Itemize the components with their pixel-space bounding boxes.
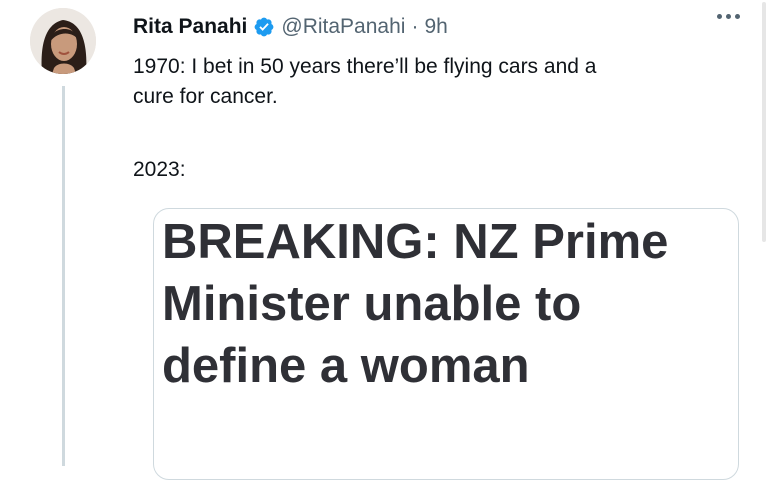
dot: [735, 14, 740, 19]
more-options-icon[interactable]: [717, 14, 740, 19]
scrollbar[interactable]: [762, 2, 766, 242]
tweet-header: Rita Panahi @RitaPanahi · 9h: [133, 12, 448, 42]
separator-dot: ·: [411, 15, 419, 38]
tweet-line: 1970: I bet in 50 years there’ll be flyi…: [133, 55, 597, 78]
media-card[interactable]: BREAKING: NZ Prime Minister unable to de…: [153, 208, 739, 480]
dot: [717, 14, 722, 19]
verified-badge-icon: [254, 17, 274, 37]
avatar[interactable]: [30, 8, 96, 74]
author-name[interactable]: Rita Panahi: [133, 15, 247, 39]
profile-photo: [30, 8, 96, 74]
tweet-line: cure for cancer.: [133, 85, 278, 108]
thread-line: [62, 86, 65, 466]
tweet-time[interactable]: 9h: [424, 15, 447, 39]
tweet-text: 1970: I bet in 50 years there’ll be flyi…: [133, 52, 733, 112]
card-headline: BREAKING: NZ Prime Minister unable to de…: [162, 215, 669, 393]
author-handle[interactable]: @RitaPanahi: [281, 15, 405, 39]
tweet-line: 2023:: [133, 158, 186, 181]
dot: [726, 14, 731, 19]
